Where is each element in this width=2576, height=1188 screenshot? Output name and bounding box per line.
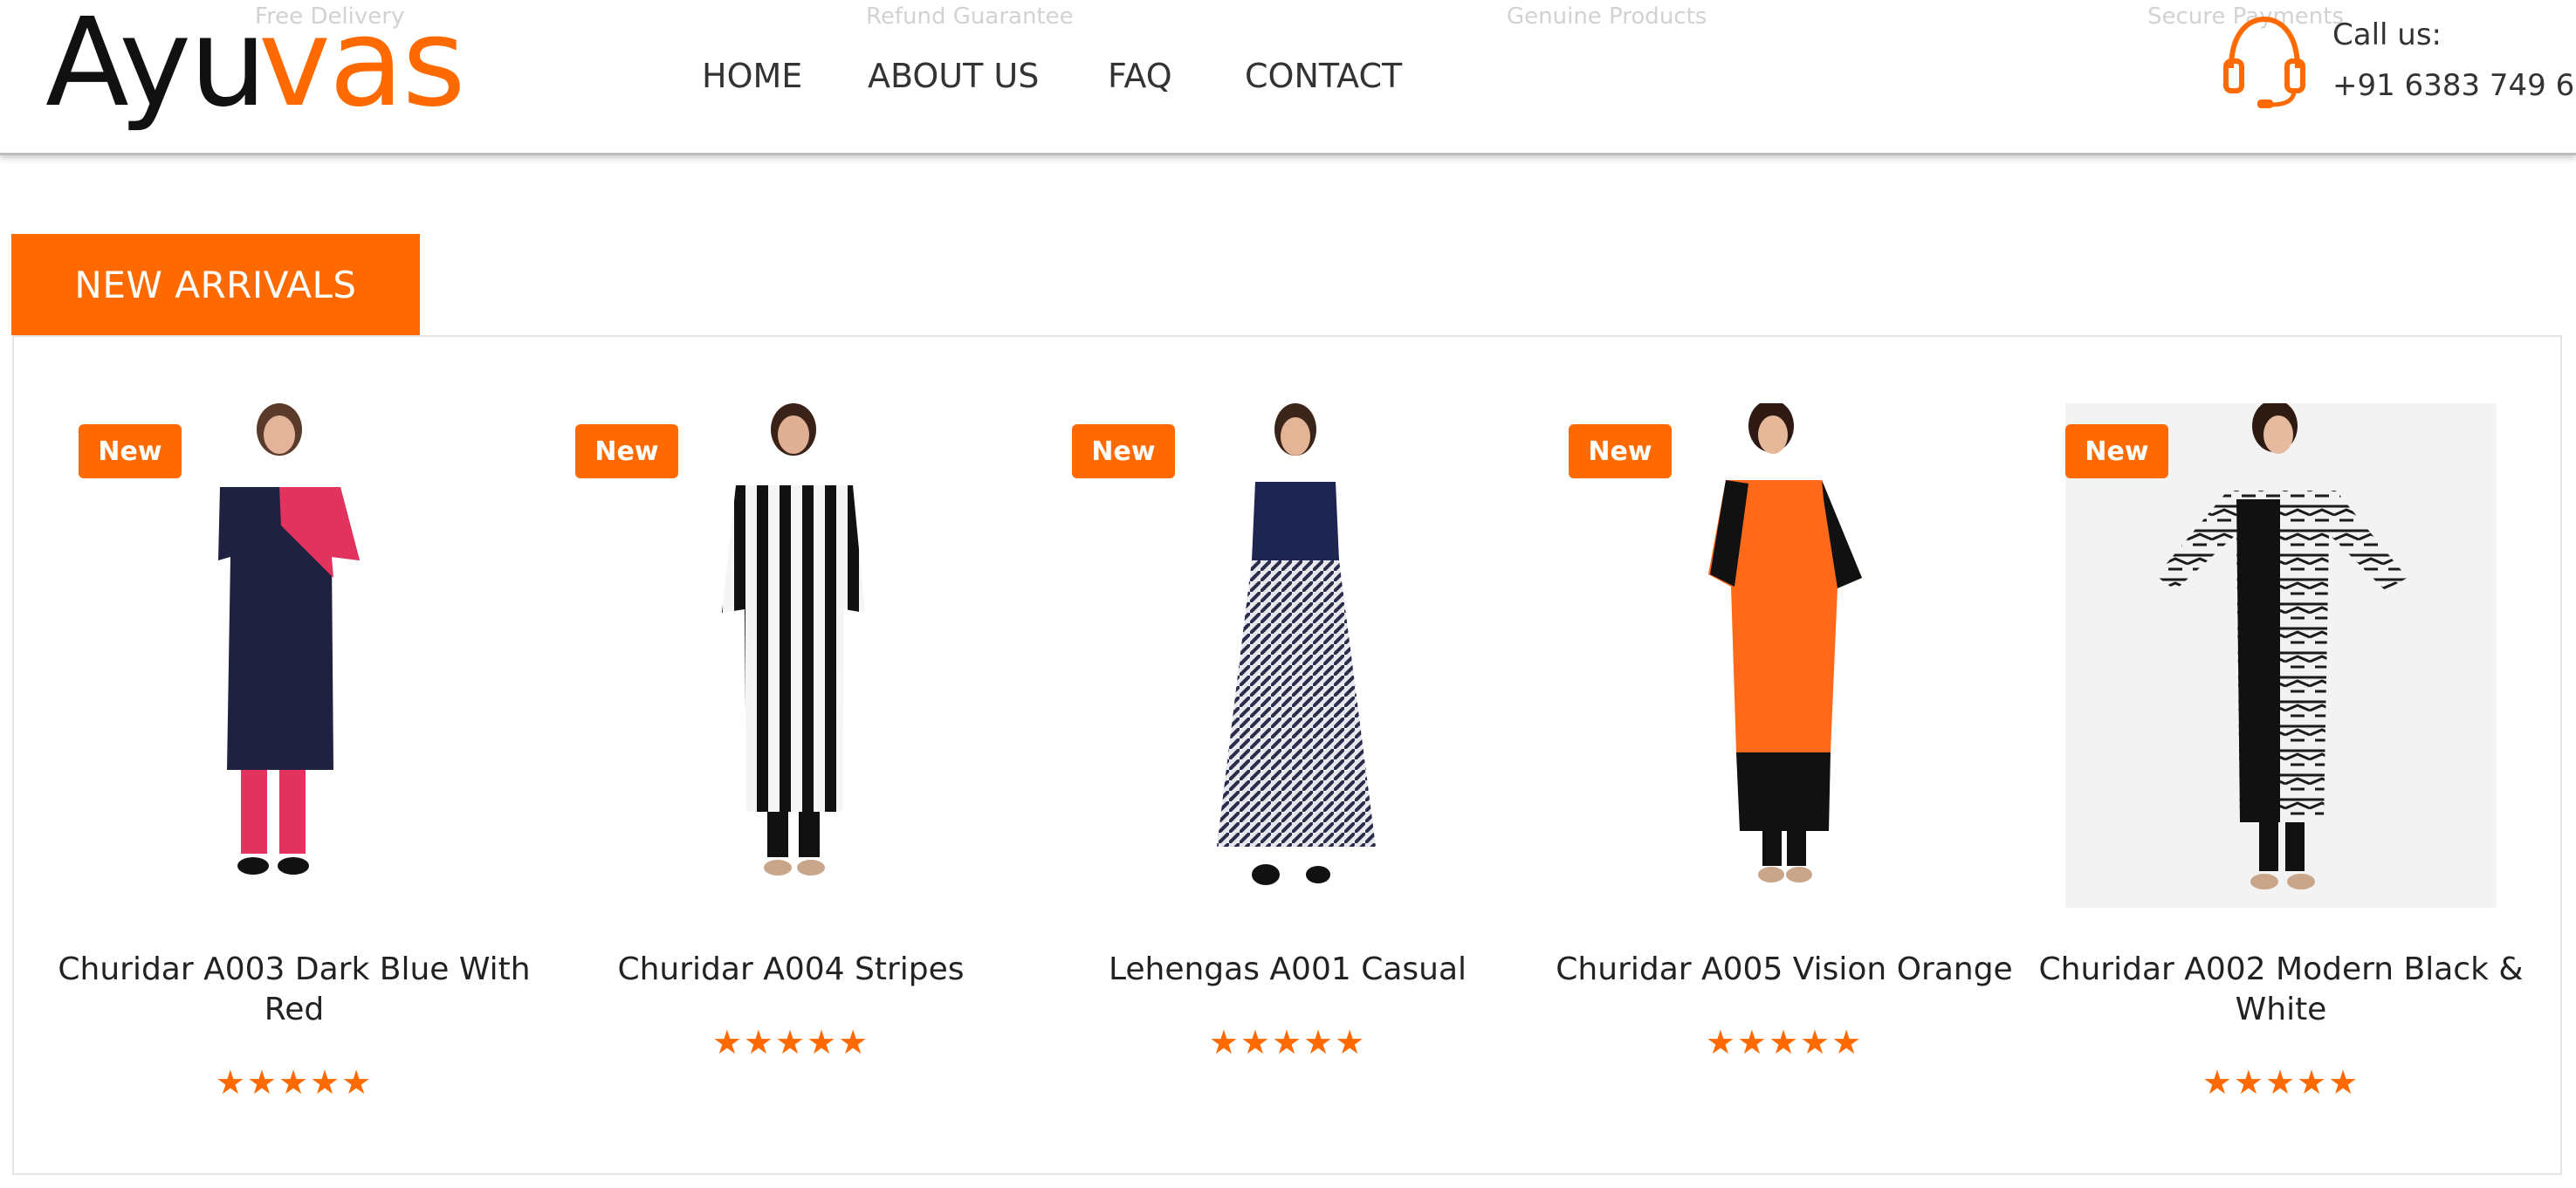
new-badge: New [79, 424, 182, 478]
site-header: Free Delivery Refund Guarantee Genuine P… [0, 0, 2576, 155]
new-badge: New [1569, 424, 1672, 478]
brand-logo-part-dark: Ayu [45, 0, 267, 134]
nav-about-us[interactable]: ABOUT US [868, 54, 1039, 98]
nav-home[interactable]: HOME [702, 54, 802, 98]
rating-stars: ★★★★★ [2202, 1063, 2360, 1102]
feature-genuine-products: Genuine Products [1507, 3, 1707, 30]
rating-stars: ★★★★★ [215, 1063, 374, 1102]
new-badge: New [1072, 424, 1175, 478]
product-image[interactable]: New [575, 403, 1006, 908]
product-image[interactable]: New [79, 403, 510, 908]
product-card[interactable]: New Churidar A005 Vision Orange ★★★★★ [1556, 403, 2013, 1102]
headset-icon [2222, 14, 2306, 108]
brand-logo[interactable]: Ayu vas [45, 0, 466, 134]
nav-contact[interactable]: CONTACT [1245, 54, 1402, 98]
brand-logo-part-orange: vas [258, 0, 466, 134]
nav-faq[interactable]: FAQ [1108, 54, 1172, 98]
rating-stars: ★★★★★ [1705, 1023, 1864, 1061]
product-name[interactable]: Churidar A002 Modern Black & White [2030, 950, 2531, 1030]
product-card[interactable]: New Churidar A003 Dark Blue With Red ★★★… [58, 403, 531, 1102]
product-image[interactable]: New [1569, 403, 2000, 908]
product-card[interactable]: New Lehengas A001 Casual ★★★★★ [1072, 403, 1503, 1102]
new-badge: New [575, 424, 678, 478]
phone-number[interactable]: +91 6383 749 616 [2332, 68, 2576, 103]
feature-refund-guarantee: Refund Guarantee [866, 3, 1074, 30]
call-us-label: Call us: [2332, 17, 2442, 52]
rating-stars: ★★★★★ [711, 1023, 870, 1061]
product-image[interactable]: New [1072, 403, 1503, 908]
product-card[interactable]: New Churidar A004 Stripes ★★★★★ [575, 403, 1006, 1102]
product-name[interactable]: Lehengas A001 Casual [1037, 950, 1538, 990]
product-image[interactable]: New [2065, 403, 2497, 908]
product-card[interactable]: New Churidar A002 Modern Black & White ★… [2039, 403, 2523, 1102]
product-name[interactable]: Churidar A005 Vision Orange [1534, 950, 2035, 990]
section-title: NEW ARRIVALS [11, 234, 420, 335]
new-badge: New [2065, 424, 2168, 478]
product-name[interactable]: Churidar A003 Dark Blue With Red [44, 950, 545, 1030]
product-name[interactable]: Churidar A004 Stripes [540, 950, 1041, 990]
rating-stars: ★★★★★ [1208, 1023, 1367, 1061]
